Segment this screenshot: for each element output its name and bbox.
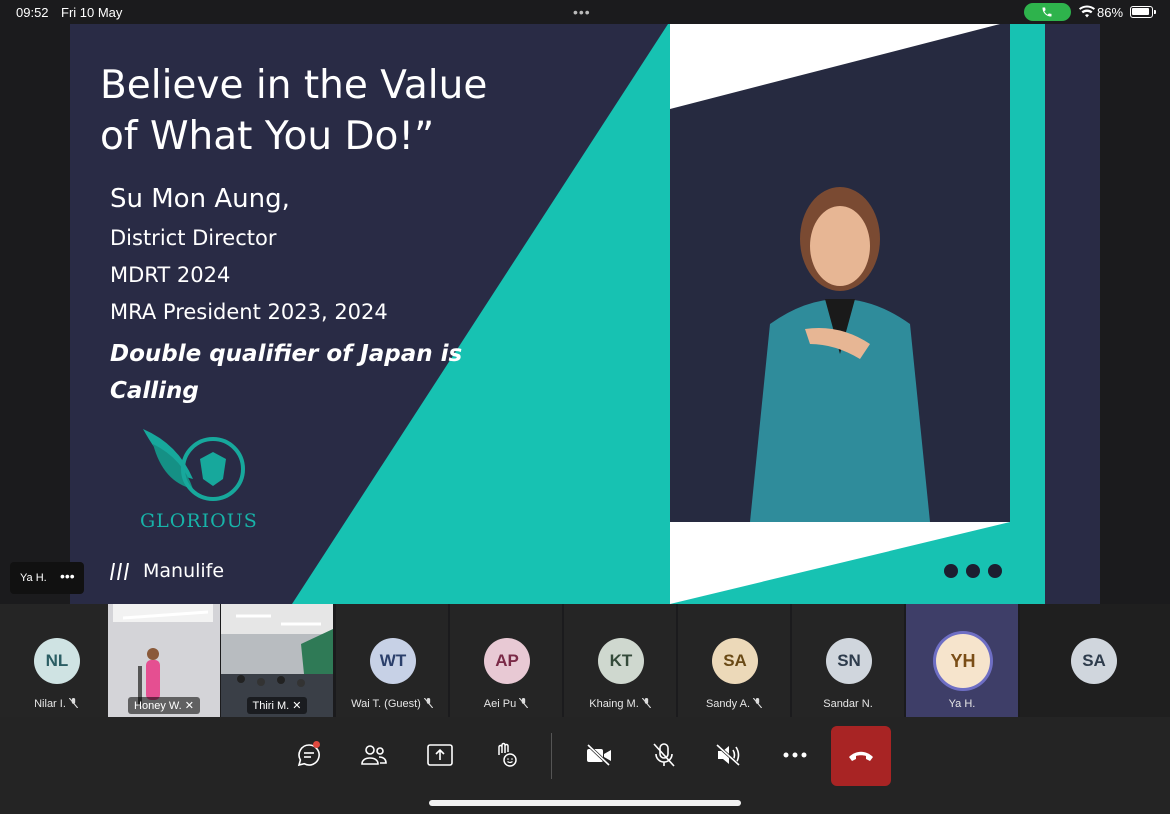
glorious-logo-icon — [143, 429, 245, 501]
status-time: 09:52 — [16, 5, 49, 20]
hangup-icon — [849, 751, 873, 761]
mic-muted-icon — [753, 698, 763, 708]
participant-tile[interactable]: NL Nilar I. — [0, 604, 112, 717]
mic-muted-icon — [423, 698, 433, 708]
participant-video-tile[interactable]: Thiri M. ✕ — [221, 604, 333, 717]
participant-name: Aei Pu — [483, 698, 517, 710]
avatar: YH — [936, 634, 990, 688]
avatar: AP — [484, 638, 530, 684]
speaker-role: District Director — [110, 226, 277, 250]
speaker-toggle-button[interactable] — [703, 729, 755, 781]
participant-name: Wai T. (Guest) — [351, 698, 421, 710]
presenter-name: Ya H. — [20, 572, 47, 584]
battery-percent: 86% — [1097, 5, 1124, 20]
status-date: Fri 10 May — [61, 5, 123, 20]
wifi-icon — [1079, 5, 1095, 18]
active-call-pill[interactable] — [1024, 3, 1071, 21]
home-indicator[interactable] — [429, 800, 741, 806]
react-icon — [498, 742, 517, 767]
participant-name: Honey W. — [134, 700, 182, 712]
participant-name: Ya H. — [948, 698, 976, 710]
participants-button[interactable] — [348, 729, 400, 781]
more-icon — [783, 752, 807, 758]
participant-tile[interactable]: AP Aei Pu — [450, 604, 562, 717]
mic-muted-icon — [641, 698, 651, 708]
participant-tile[interactable]: WT Wai T. (Guest) — [336, 604, 448, 717]
mic-muted-icon — [519, 698, 529, 708]
manulife-brand: Manulife — [143, 560, 225, 582]
slide-title: Believe in the Value of What You Do!” — [100, 60, 520, 162]
speaker-name: Su Mon Aung, — [110, 184, 290, 214]
participant-tile[interactable]: SA — [1020, 604, 1170, 717]
mic-toggle-button[interactable] — [638, 729, 690, 781]
people-icon — [361, 745, 387, 765]
participant-tile[interactable]: SA Sandy A. — [678, 604, 790, 717]
participant-tile[interactable]: KT Khaing M. — [564, 604, 676, 717]
participants-strip: NL Nilar I. Honey W. ✕ Thiri M. ✕ WT Wai… — [0, 604, 1170, 717]
participant-name: Nilar I. — [34, 698, 66, 710]
more-button[interactable] — [769, 729, 821, 781]
glorious-logo-text: GLORIOUS — [140, 510, 258, 532]
participant-video-tile[interactable]: Honey W. ✕ — [108, 604, 220, 717]
participant-name: Khaing M. — [589, 698, 639, 710]
mic-off-icon — [653, 743, 675, 767]
avatar: SA — [1071, 638, 1117, 684]
participant-tile-active[interactable]: YH Ya H. — [906, 604, 1018, 717]
participant-name: Thiri M. — [252, 700, 290, 712]
speaker-mdrt: MDRT 2024 — [110, 263, 231, 287]
avatar: NL — [34, 638, 80, 684]
participant-tile[interactable]: SN Sandar N. — [792, 604, 904, 717]
status-bar: 09:52 Fri 10 May ••• 86% — [0, 0, 1170, 24]
mic-muted-icon — [68, 698, 78, 708]
battery-icon — [1130, 6, 1153, 18]
controls-divider — [551, 733, 552, 779]
more-options-icon[interactable]: ••• — [60, 568, 75, 584]
avatar: SA — [712, 638, 758, 684]
avatar: SN — [826, 638, 872, 684]
camera-toggle-button[interactable] — [573, 729, 625, 781]
speaker-mra: MRA President 2023, 2024 — [110, 300, 388, 324]
camera-off-icon — [586, 744, 611, 766]
chat-button[interactable] — [283, 729, 335, 781]
phone-icon — [1042, 7, 1052, 17]
participant-name: Sandar N. — [823, 698, 873, 710]
share-icon — [427, 744, 453, 766]
speaker-highlight: Double qualifier of Japan is Calling — [110, 341, 463, 404]
multitask-dots-icon[interactable]: ••• — [573, 4, 591, 20]
title-line-1: Believe in the Value — [100, 63, 488, 108]
avatar: WT — [370, 638, 416, 684]
leave-call-button[interactable] — [831, 726, 891, 786]
call-controls — [0, 717, 1170, 814]
shared-slide: Believe in the Value of What You Do!” Su… — [70, 24, 1100, 604]
share-button[interactable] — [414, 729, 466, 781]
react-button[interactable] — [480, 729, 532, 781]
speaker-off-icon — [715, 743, 741, 767]
avatar: KT — [598, 638, 644, 684]
manulife-logo-icon — [110, 563, 129, 580]
presenter-tag[interactable]: Ya H. ••• — [10, 562, 84, 594]
chat-notification-badge — [313, 741, 320, 748]
slide-dots — [944, 564, 1010, 583]
title-line-2: of What You Do!” — [100, 114, 435, 159]
participant-name: Sandy A. — [705, 698, 751, 710]
